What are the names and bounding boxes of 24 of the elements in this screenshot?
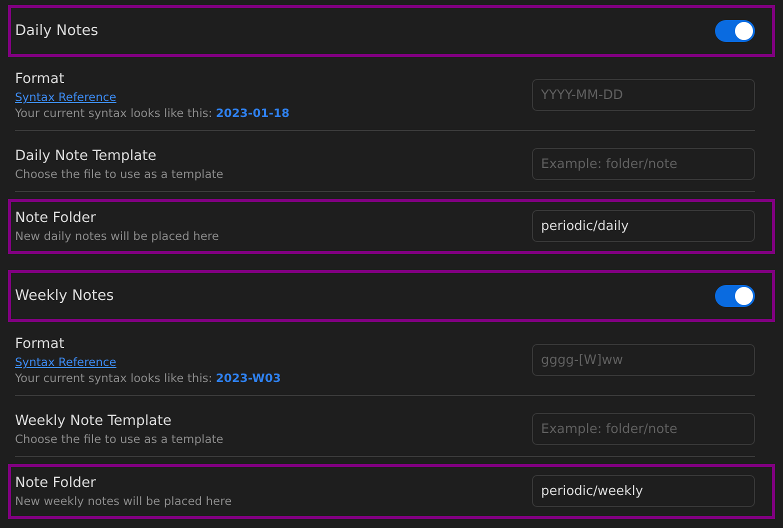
setting-name: Format: [15, 70, 64, 89]
section-title: Daily Notes: [15, 23, 98, 39]
input-field[interactable]: gggg-[W]ww: [532, 344, 755, 376]
input-field[interactable]: periodic/daily: [532, 210, 755, 242]
toggle-switch[interactable]: [715, 20, 755, 42]
toggle-switch[interactable]: [715, 285, 755, 307]
setting-description: Your current syntax looks like this: 2023-01-18: [15, 105, 290, 121]
setting-name: Format: [15, 335, 64, 354]
setting-description: New weekly notes will be placed here: [15, 493, 232, 509]
input-field[interactable]: YYYY-MM-DD: [532, 79, 755, 111]
section-title: Weekly Notes: [15, 288, 114, 304]
setting-name: Note Folder: [15, 209, 96, 228]
setting-description: New daily notes will be placed here: [15, 228, 219, 244]
setting-name: Daily Note Template: [15, 147, 156, 166]
setting-name: Weekly Note Template: [15, 412, 172, 431]
setting-description: Your current syntax looks like this: 2023-W03: [15, 370, 281, 386]
setting-description: Choose the file to use as a template: [15, 431, 224, 447]
input-field[interactable]: Example: folder/note: [532, 413, 755, 445]
input-field[interactable]: Example: folder/note: [532, 148, 755, 180]
syntax-link[interactable]: Syntax Reference: [15, 354, 116, 370]
setting-description: Choose the file to use as a template: [15, 166, 224, 182]
setting-name: Note Folder: [15, 474, 96, 493]
input-field[interactable]: periodic/weekly: [532, 475, 755, 507]
syntax-link[interactable]: Syntax Reference: [15, 89, 116, 105]
